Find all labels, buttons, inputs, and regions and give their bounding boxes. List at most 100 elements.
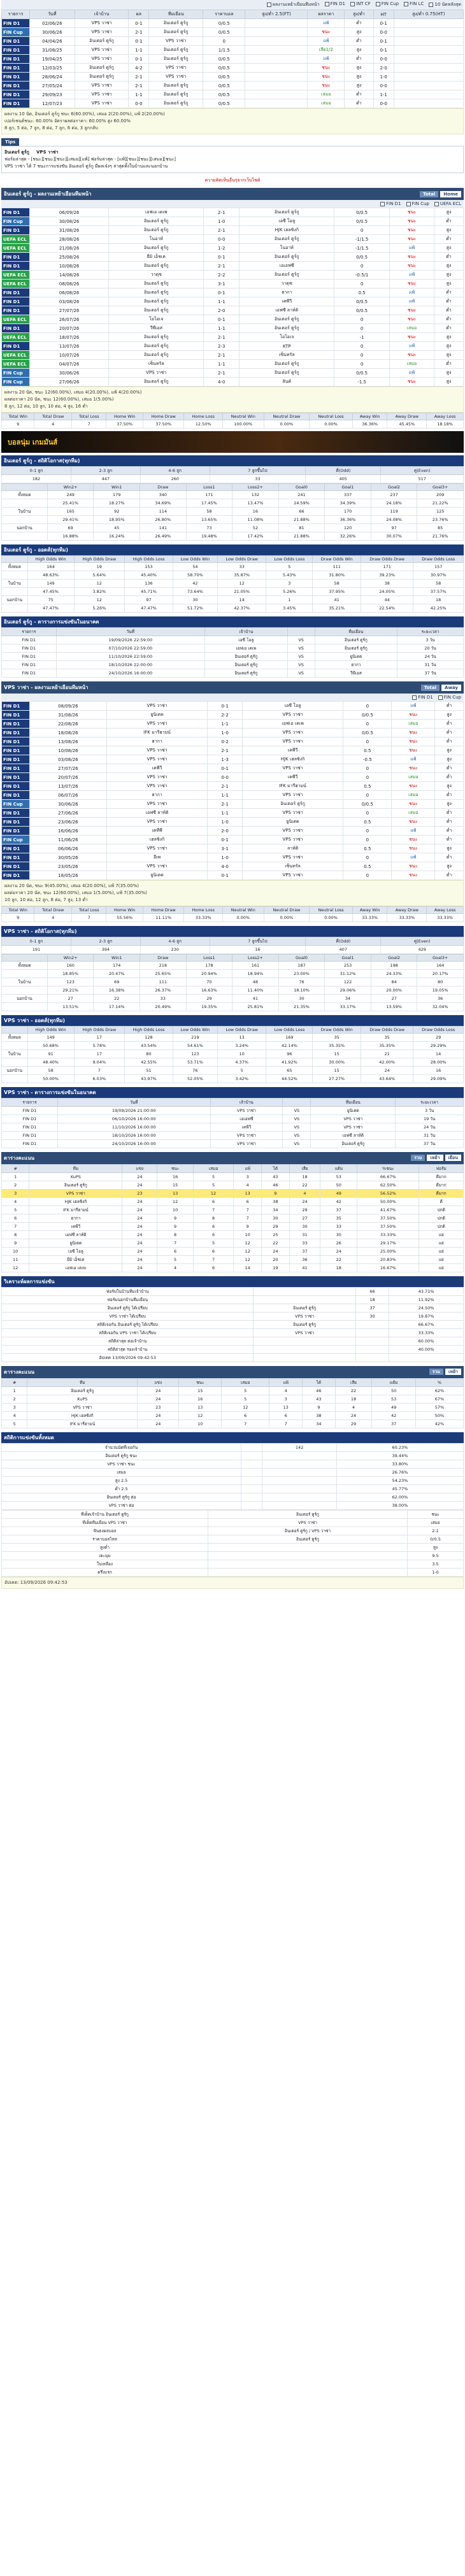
table-cell: อินเตอร์ ตูร์กู — [148, 99, 204, 108]
tab-2[interactable]: เยือน — [445, 1155, 461, 1161]
standings2-table: # ทีม แข่ง ชนะ เสมอ แพ้ ได้ เสีย แต้ม% 1 อินเตอร์ … — [1, 1378, 464, 1428]
filter-checkbox[interactable]: INT CF — [350, 1, 371, 8]
table-cell: 20 วัน — [397, 644, 464, 653]
tab-1[interactable]: Away — [441, 685, 461, 691]
table-cell — [241, 1493, 263, 1502]
table-cell: 24 — [122, 1172, 158, 1181]
table-cell: 0-1 — [373, 18, 394, 28]
table-cell: VPS วาซ่า — [210, 1131, 283, 1140]
table-cell: 4.37% — [217, 1058, 267, 1067]
table-cell: ในบ้าน — [1, 978, 48, 986]
table-cell: เสีย1/2 — [307, 45, 345, 55]
table-cell: 92 — [93, 507, 140, 516]
table-cell: 80 — [417, 978, 464, 986]
tab-0[interactable]: รวม — [411, 1155, 426, 1161]
filter-checkbox[interactable]: 10 นัดหลังสุด — [429, 1, 461, 8]
advert-banner[interactable]: บอลนุ่ม เกมมันส์ — [1, 431, 464, 453]
table-cell: 50.68% — [27, 1041, 75, 1050]
table-cell — [245, 45, 308, 55]
table-cell: 5 — [192, 1172, 234, 1181]
goals-header: คี่(Odd) — [305, 466, 382, 475]
filter-checkbox[interactable]: ผลงานเหย้าเยือนทีมหน้า — [266, 1, 320, 8]
table-row: FIN D1 27/06/26 เอฟซี ลาห์ติ 1-1 VPS วาซ่า 0 เ… — [1, 808, 464, 818]
table-cell: 37 — [371, 1420, 416, 1428]
more-comments-link[interactable]: ความคิดเห็นอื่นๆจากเว็บไซต์ — [0, 173, 465, 188]
filter-checkbox[interactable]: FIN Cup — [406, 201, 429, 206]
filter-checkbox[interactable]: UEFA ECL — [434, 201, 461, 206]
tab-0[interactable]: Total — [420, 191, 439, 197]
table-cell: 12/03/25 — [29, 63, 75, 73]
table-cell: 0 — [334, 225, 390, 235]
table-cell: 24 — [334, 1411, 373, 1420]
team-a-oddsb-table: High Odds Win High Odds Draw High Odds Los… — [1, 555, 464, 613]
tab-1[interactable]: เหย้า — [427, 1155, 443, 1161]
table-cell: สูง 2.5 — [1, 1476, 242, 1485]
table-cell: 11/10/2026 16:00:00 — [57, 1123, 211, 1132]
table-cell: 12 — [178, 1411, 222, 1420]
table-cell: เสมอ — [391, 808, 436, 818]
standings-row: 5 IFK มารีฮามน์ 24 10 7 7 34 29 37 42% — [1, 1420, 464, 1428]
checkbox-icon[interactable] — [412, 695, 417, 700]
table-cell: 43 — [302, 1395, 336, 1404]
filter-checkbox[interactable]: FIN D1 — [412, 695, 433, 700]
analysis-row: สถิติล่าสุด ต่อเจ้าบ้าน 60.00% — [1, 1337, 464, 1346]
table-row: FIN Cup 30/06/26 VPS วาซ่า 2-1 อินเตอร์ ตูร์… — [1, 368, 464, 378]
table-cell: VPS วาซ่า — [74, 99, 129, 108]
checkbox-icon[interactable] — [438, 695, 443, 700]
checkbox-icon[interactable] — [350, 1, 355, 6]
table-cell: 2 — [1, 1395, 28, 1404]
tab-0[interactable]: รวม — [429, 1369, 443, 1375]
table-cell: 30.97% — [413, 571, 464, 580]
table-cell: แพ้ — [389, 243, 434, 253]
filter-checkbox[interactable]: FIN LC — [404, 1, 424, 8]
filter-checkbox[interactable]: FIN D1 — [380, 201, 401, 206]
table-row: FIN D1 31/08/25 VPS วาซ่า 1-1 อินเตอร์ ตูร์ก… — [1, 45, 464, 55]
table-cell: 43.97% — [124, 1074, 173, 1083]
table-cell: 13 — [233, 1189, 262, 1198]
tab-0[interactable]: Total — [420, 685, 440, 691]
tab-1[interactable]: เหย้า — [445, 1369, 461, 1375]
checkbox-icon[interactable] — [266, 2, 271, 7]
filter-checkbox[interactable]: FIN D1 — [324, 1, 345, 8]
table-row: ในบ้าน 123 69 111 70 48 76 122 84 80 — [1, 978, 464, 986]
table-row: นอกบ้าน 58 7 51 76 5 65 15 24 16 — [1, 1066, 464, 1075]
column-header: % — [415, 1378, 464, 1387]
table-cell: 2 — [1, 1181, 30, 1190]
tab-1[interactable]: Home — [440, 191, 461, 197]
checkbox-icon[interactable] — [324, 1, 329, 6]
table-cell: 2-1 — [203, 368, 240, 378]
table-cell: 37 วัน — [395, 1139, 464, 1148]
table-cell: 35.35% — [361, 1041, 414, 1050]
table-cell: 0 — [334, 324, 390, 333]
table-cell: 6 — [233, 1197, 262, 1206]
table-row: FIN D1 24/10/2026 16:00:00 VPS วาซ่า VS อินเ… — [1, 1139, 464, 1148]
checkbox-icon[interactable] — [429, 2, 434, 7]
goals-value: 260 — [140, 474, 210, 483]
checkbox-icon[interactable] — [434, 201, 439, 206]
checkbox-icon[interactable] — [404, 1, 409, 6]
table-cell: 209 — [417, 490, 464, 499]
checkbox-icon[interactable] — [375, 1, 380, 6]
checkbox-icon[interactable] — [380, 201, 385, 206]
table-cell: 25.65% — [140, 969, 187, 978]
table-cell: 20 — [261, 1255, 290, 1264]
table-cell: VPS วาซ่า ชนะ — [1, 1460, 242, 1469]
table-cell: อินเตอร์ ตูร์กู — [74, 36, 129, 46]
table-cell: ยูนิเตด — [106, 871, 208, 880]
table-cell — [355, 1337, 390, 1346]
team-a-summary: ผลงาน 20 นัด, ชนะ 12(60.00%), เสมอ 4(20.… — [1, 387, 464, 413]
table-cell: 1-0 — [207, 728, 243, 737]
column-header — [1, 555, 28, 563]
filter-checkbox[interactable]: FIN Cup — [375, 1, 399, 8]
table-cell: อินเตอร์ ตูร์กู — [239, 368, 335, 378]
table-cell: FIN D1 — [1, 45, 30, 55]
table-cell: อินเตอร์ ตูร์กู — [204, 660, 288, 669]
filter-checkbox[interactable]: FIN Cup — [438, 695, 461, 700]
stat-value: 33.33% — [352, 913, 388, 922]
checkbox-icon[interactable] — [406, 201, 411, 206]
margin-header: Goal1 — [324, 483, 371, 491]
analysis-table: ฟอร์มในบ้านทีมเจ้าบ้าน 66 43.71% ฟอร์มนอกบ้… — [1, 1287, 464, 1362]
table-cell — [393, 63, 464, 73]
table-cell: 73.64% — [172, 587, 218, 596]
table-cell: แพ้ — [307, 36, 345, 46]
